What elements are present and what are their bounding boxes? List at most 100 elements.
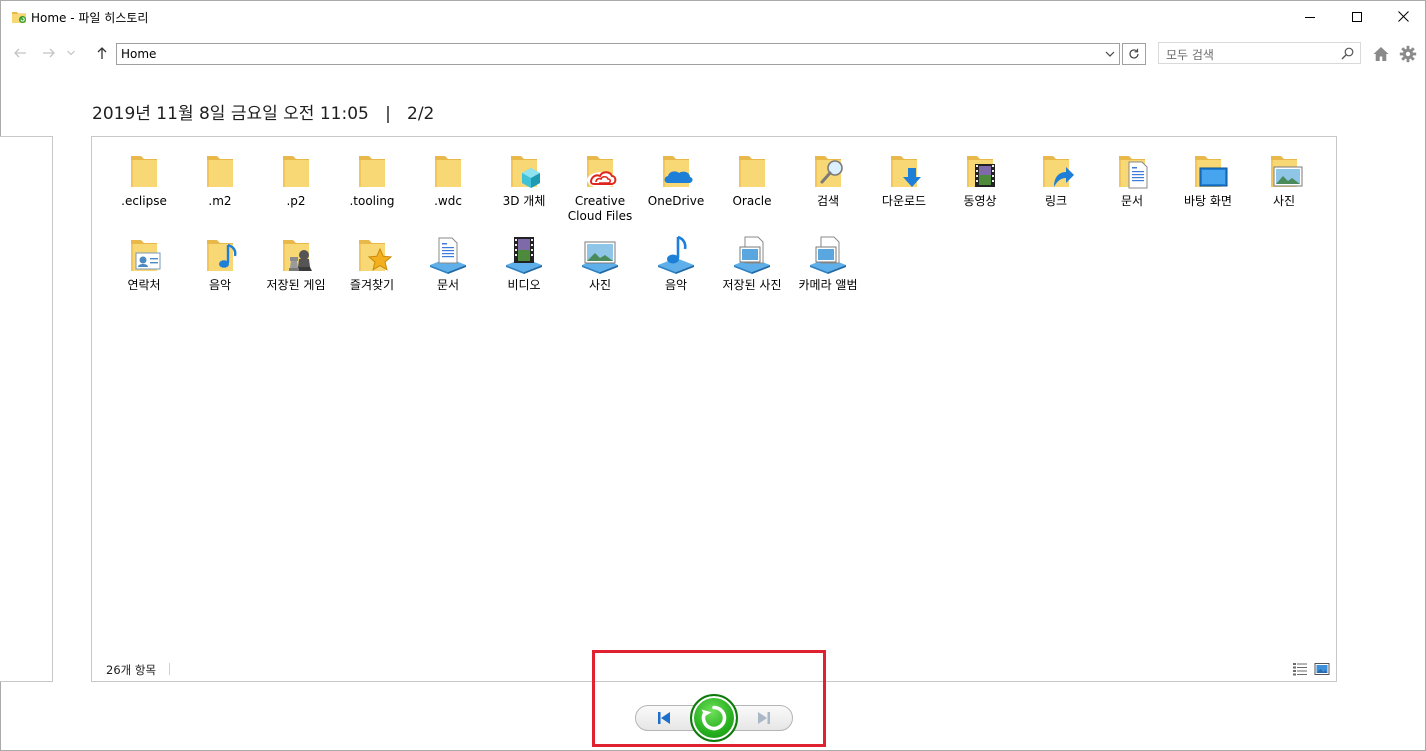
file-item-label: Creative Cloud Files: [567, 194, 633, 223]
back-button[interactable]: [11, 44, 29, 62]
file-item-label: .p2: [286, 194, 306, 208]
file-item-label: 음악: [208, 278, 232, 292]
folder-3d-objects-icon: [504, 151, 544, 191]
library-music-icon: [656, 235, 696, 275]
status-divider: [169, 663, 170, 675]
snapshot-date: 2019년 11월 8일 금요일 오전 11:05: [92, 104, 369, 124]
search-placeholder: 모두 검색: [1166, 48, 1214, 62]
file-item[interactable]: 저장된 게임: [258, 231, 334, 311]
file-item[interactable]: .p2: [258, 147, 334, 227]
file-item[interactable]: OneDrive: [638, 147, 714, 227]
minimize-button[interactable]: [1287, 1, 1333, 32]
file-item[interactable]: .m2: [182, 147, 258, 227]
file-item[interactable]: 동영상: [942, 147, 1018, 227]
up-button[interactable]: [93, 44, 111, 62]
folder-icon: [428, 151, 468, 191]
maximize-icon: [1352, 11, 1362, 22]
file-item[interactable]: 문서: [1094, 147, 1170, 227]
title-bar: Home - 파일 히스토리: [1, 1, 1425, 32]
up-arrow-icon: [97, 47, 107, 59]
next-version-button[interactable]: [747, 708, 781, 728]
file-item[interactable]: Oracle: [714, 147, 790, 227]
folder-icon: [352, 151, 392, 191]
folder-searches-icon: [808, 151, 848, 191]
restore-button[interactable]: [690, 694, 738, 742]
close-button[interactable]: [1380, 1, 1426, 32]
folder-music-icon: [200, 235, 240, 275]
file-item-label: 카메라 앨범: [798, 278, 858, 292]
current-version-pane: .eclipse .m2 .p2 .tooling .wdc 3D 개체 Creative …: [91, 136, 1337, 682]
file-item-label: 다운로드: [881, 194, 927, 208]
gear-icon[interactable]: [1399, 45, 1417, 63]
file-item[interactable]: Creative Cloud Files: [562, 147, 638, 227]
file-item[interactable]: 링크: [1018, 147, 1094, 227]
file-item[interactable]: 검색: [790, 147, 866, 227]
file-item[interactable]: 3D 개체: [486, 147, 562, 227]
library-saved-pictures-icon: [732, 235, 772, 275]
minimize-icon: [1305, 16, 1315, 18]
folder-desktop-icon: [1188, 151, 1228, 191]
file-item[interactable]: .tooling: [334, 147, 410, 227]
search-icon[interactable]: [1341, 47, 1354, 60]
file-history-app-icon: [12, 12, 27, 24]
file-item[interactable]: 음악: [638, 231, 714, 311]
folder-icon: [732, 151, 772, 191]
details-view-icon[interactable]: [1292, 662, 1308, 676]
file-item[interactable]: 비디오: [486, 231, 562, 311]
forward-arrow-icon: [43, 48, 55, 58]
file-item-label: 음악: [664, 278, 688, 292]
restore-icon: [701, 705, 727, 731]
file-item-label: 바탕 화면: [1184, 194, 1232, 208]
recent-locations-button[interactable]: [64, 44, 78, 62]
previous-version-pane[interactable]: [0, 136, 53, 682]
address-bar[interactable]: Home: [116, 43, 1120, 65]
home-icon[interactable]: [1372, 45, 1390, 63]
file-item[interactable]: 문서: [410, 231, 486, 311]
previous-version-button[interactable]: [647, 708, 681, 728]
library-videos-icon: [504, 235, 544, 275]
file-item[interactable]: 저장된 사진: [714, 231, 790, 311]
folder-icon: [124, 151, 164, 191]
folder-links-icon: [1036, 151, 1076, 191]
file-item[interactable]: 사진: [1246, 147, 1322, 227]
refresh-button[interactable]: [1122, 43, 1146, 65]
file-item[interactable]: .wdc: [410, 147, 486, 227]
window-title: Home - 파일 히스토리: [31, 11, 149, 25]
file-item[interactable]: 다운로드: [866, 147, 942, 227]
file-item[interactable]: 즐겨찾기: [334, 231, 410, 311]
file-item-label: OneDrive: [647, 194, 705, 208]
library-pictures-icon: [580, 235, 620, 275]
snapshot-header: 2019년 11월 8일 금요일 오전 11:05 | 2/2: [92, 99, 434, 124]
file-item-label: 문서: [1120, 194, 1144, 208]
refresh-icon: [1129, 48, 1139, 59]
file-item-label: 검색: [816, 194, 840, 208]
file-item[interactable]: 사진: [562, 231, 638, 311]
file-item-label: 사진: [1272, 194, 1296, 208]
folder-documents-icon: [1112, 151, 1152, 191]
address-text: Home: [121, 47, 157, 61]
file-item[interactable]: .eclipse: [106, 147, 182, 227]
file-item[interactable]: 음악: [182, 231, 258, 311]
file-item-label: 문서: [436, 278, 460, 292]
forward-button[interactable]: [40, 44, 58, 62]
header-separator: |: [385, 104, 391, 124]
file-item-label: 연락처: [127, 278, 161, 292]
back-arrow-icon: [14, 48, 26, 58]
file-item[interactable]: 연락처: [106, 231, 182, 311]
item-count: 26개 항목: [106, 663, 157, 677]
file-item-label: 비디오: [507, 278, 541, 292]
navigation-bar: Home 모두 검색: [1, 39, 1425, 69]
search-box[interactable]: 모두 검색: [1158, 42, 1361, 64]
file-item[interactable]: 카메라 앨범: [790, 231, 866, 311]
file-item[interactable]: 바탕 화면: [1170, 147, 1246, 227]
file-item-label: 사진: [588, 278, 612, 292]
file-item-label: .m2: [208, 194, 232, 208]
large-icons-view-icon[interactable]: [1314, 662, 1330, 676]
maximize-button[interactable]: [1334, 1, 1380, 32]
folder-downloads-icon: [884, 151, 924, 191]
chevron-down-icon: [67, 50, 75, 56]
file-item-label: 3D 개체: [502, 194, 546, 208]
snapshot-page: 2/2: [407, 104, 435, 124]
address-dropdown-icon[interactable]: [1103, 47, 1117, 61]
folder-icon: [200, 151, 240, 191]
